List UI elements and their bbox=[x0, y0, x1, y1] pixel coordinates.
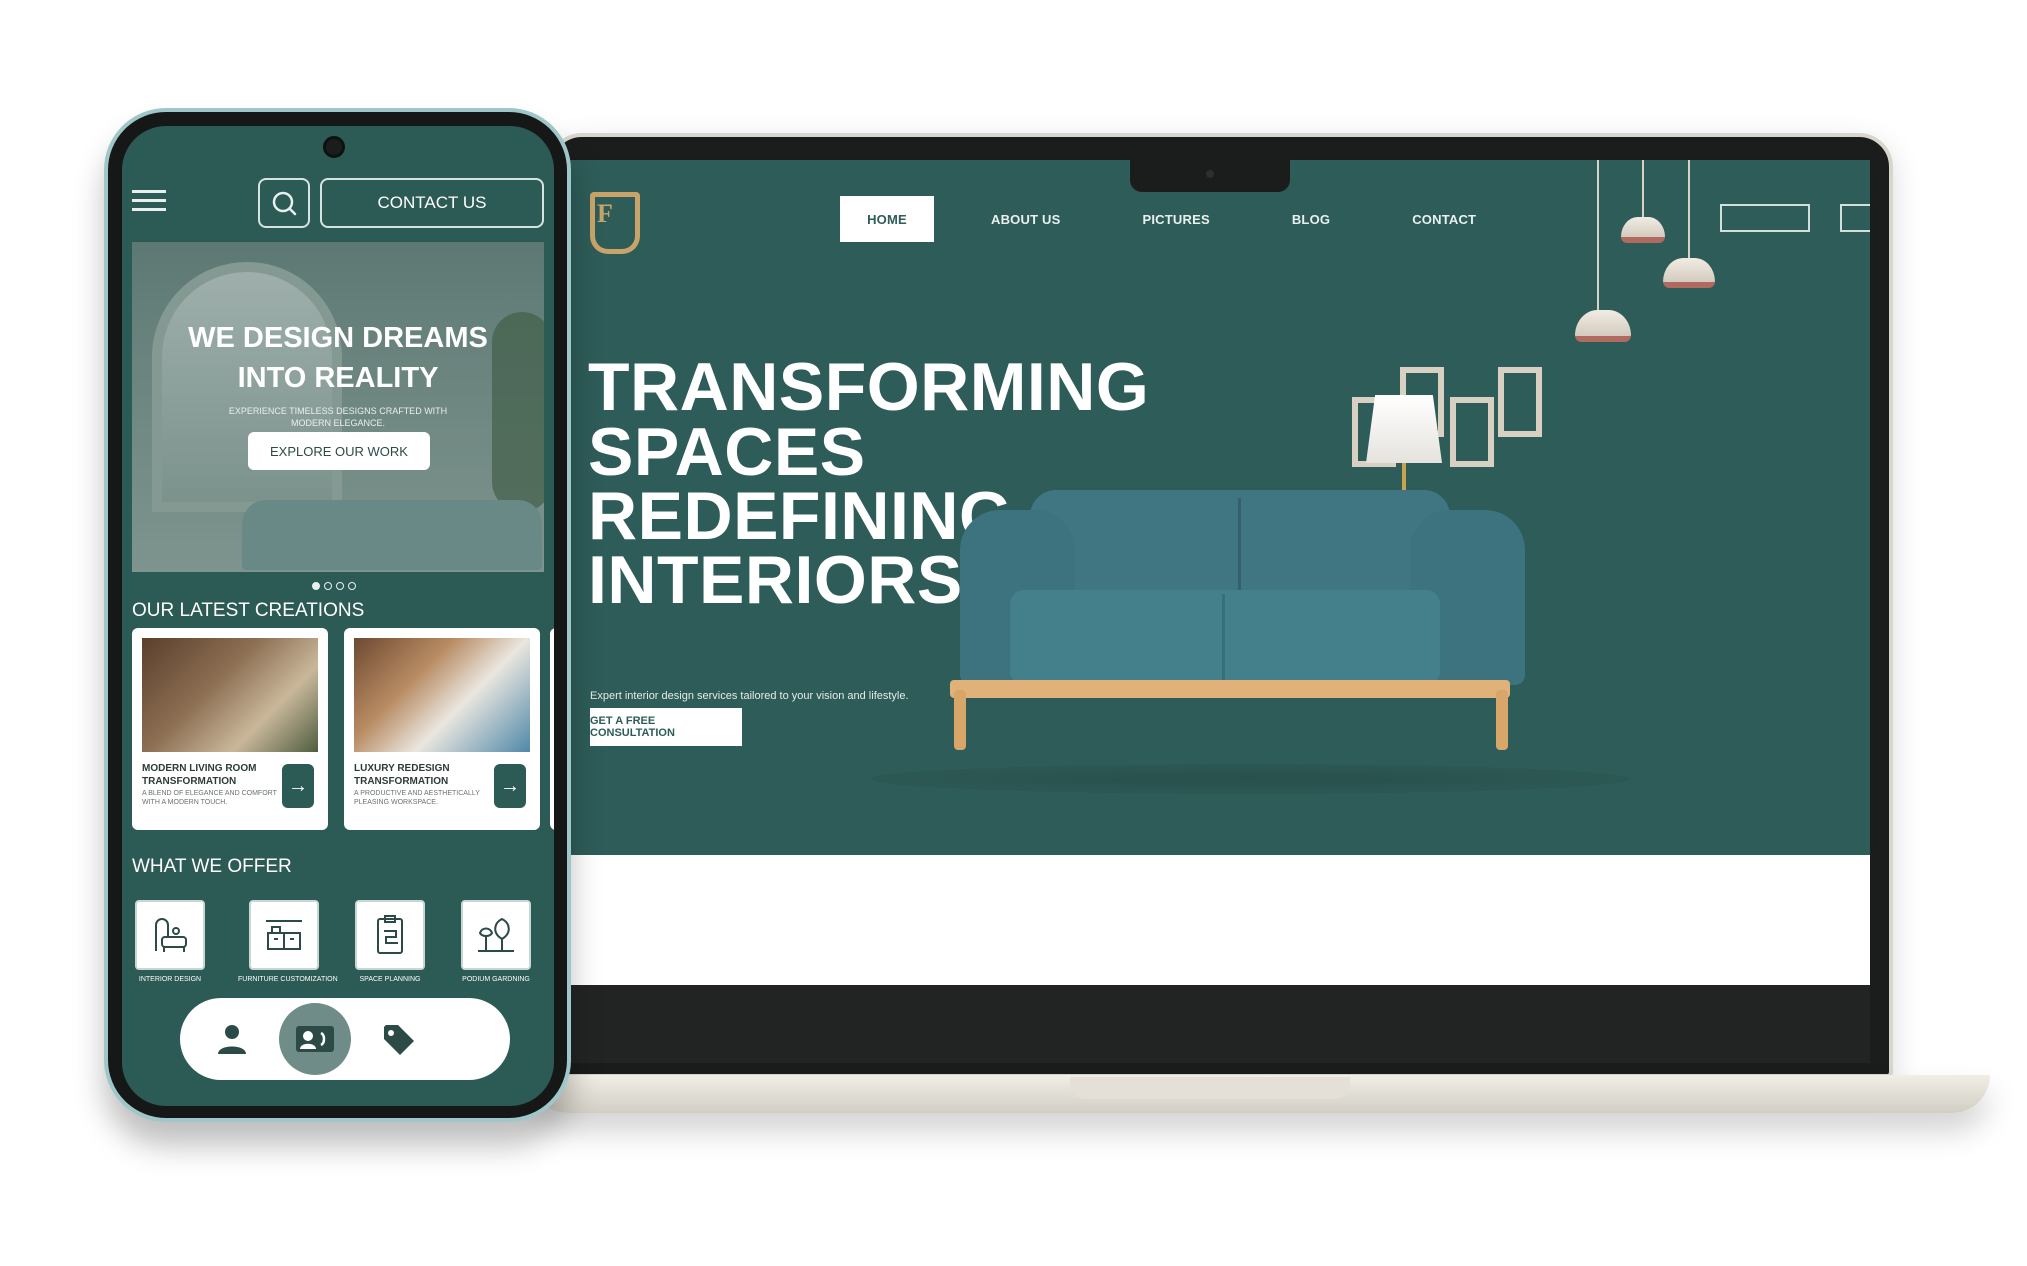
nav-pictures[interactable]: PICTURES bbox=[1118, 196, 1235, 242]
living-room-photo bbox=[142, 638, 318, 752]
service-interior-design[interactable]: INTERIOR DESIGN bbox=[134, 900, 206, 983]
sofa-frame bbox=[950, 680, 1510, 698]
lamp-cord bbox=[1642, 160, 1644, 220]
card-title: MODERN LIVING ROOM TRANSFORMATION bbox=[142, 763, 257, 787]
banner-title-line-2: INTO REALITY bbox=[237, 362, 439, 394]
header-outline-button[interactable] bbox=[1720, 204, 1810, 232]
service-tile[interactable] bbox=[461, 900, 531, 970]
service-furniture-customization[interactable]: FURNITURE CUSTOMIZATION bbox=[238, 900, 338, 983]
redesign-photo bbox=[354, 638, 530, 752]
nav-about-us[interactable]: ABOUT US bbox=[966, 196, 1086, 242]
nav-blog[interactable]: BLOG bbox=[1267, 196, 1355, 242]
carousel-dot[interactable] bbox=[336, 582, 344, 590]
carousel-dot[interactable] bbox=[324, 582, 332, 590]
hero-title-line-3: REDEFINING bbox=[588, 478, 1013, 554]
offer-heading: WHAT WE OFFER bbox=[132, 856, 292, 877]
hero-title-line-2: SPACES bbox=[588, 414, 866, 490]
nav-contact[interactable]: CONTACT bbox=[1387, 196, 1501, 242]
hero-banner: WE DESIGN DREAMS INTO REALITY EXPERIENCE… bbox=[132, 242, 544, 572]
arrow-right-icon: → bbox=[288, 774, 308, 797]
card-open-button[interactable]: → bbox=[282, 764, 314, 808]
logo-text: F bbox=[597, 199, 613, 228]
header-outline-button-2[interactable] bbox=[1840, 204, 1870, 232]
camera-notch bbox=[1130, 160, 1290, 192]
banner-subtitle: EXPERIENCE TIMELESS DESIGNS CRAFTED WITH… bbox=[228, 406, 448, 428]
sofa-leg bbox=[954, 690, 966, 750]
creations-heading: OUR LATEST CREATIONS bbox=[132, 600, 365, 621]
creation-card[interactable]: MODERN LIVING ROOM TRANSFORMATION A BLEN… bbox=[132, 628, 328, 830]
interior-design-icon bbox=[155, 918, 187, 952]
explore-our-work-button[interactable]: EXPLORE OUR WORK bbox=[248, 432, 430, 470]
service-tile[interactable] bbox=[135, 900, 205, 970]
garden-icon bbox=[478, 917, 514, 952]
space-planning-icon bbox=[377, 915, 403, 954]
contact-us-button[interactable]: CONTACT US bbox=[320, 178, 544, 228]
wall-frame bbox=[1498, 367, 1542, 437]
tag-icon bbox=[384, 1025, 414, 1055]
creation-card[interactable]: LUXURY REDESIGN TRANSFORMATION A PRODUCT… bbox=[344, 628, 540, 830]
lamp-cord bbox=[1688, 160, 1690, 260]
hero-subtitle: Expert interior design services tailored… bbox=[590, 690, 909, 702]
furniture-icon bbox=[266, 920, 302, 950]
service-label: INTERIOR DESIGN bbox=[138, 976, 202, 983]
service-label: SPACE PLANNING bbox=[359, 976, 421, 983]
pendant-lamp-icon bbox=[1663, 258, 1715, 288]
card-description: A PRODUCTIVE AND AESTHETICALLY PLEASING … bbox=[354, 790, 480, 806]
pendant-lamp-icon bbox=[1621, 217, 1665, 243]
card-description: A BLEND OF ELEGANCE AND COMFORT WITH A M… bbox=[142, 790, 277, 806]
front-camera-icon bbox=[323, 136, 345, 158]
main-nav: HOME ABOUT US PICTURES BLOG CONTACT bbox=[840, 196, 1533, 242]
hero-title-line-4: INTERIORS bbox=[588, 542, 963, 618]
contact-card-icon bbox=[296, 1026, 334, 1052]
service-tile[interactable] bbox=[249, 900, 319, 970]
sofa-shadow bbox=[870, 764, 1630, 794]
nav-profile[interactable] bbox=[202, 1009, 262, 1069]
sofa-seam bbox=[1222, 594, 1225, 682]
sofa-seat bbox=[1010, 590, 1440, 685]
laptop-trackpad-notch bbox=[1070, 1077, 1350, 1099]
service-tile[interactable] bbox=[355, 900, 425, 970]
floor bbox=[570, 855, 1870, 985]
laptop-bezel bbox=[570, 985, 1870, 1063]
mobile-site: CONTACT US WE DESIGN DREAMS INTO REALITY… bbox=[122, 126, 554, 1106]
service-label: FURNITURE CUSTOMIZATION bbox=[238, 976, 338, 983]
desktop-site: F HOME ABOUT US PICTURES BLOG CONTACT TR… bbox=[570, 160, 1870, 985]
sofa-leg bbox=[1496, 690, 1508, 750]
hero-title-line-1: TRANSFORMING bbox=[588, 349, 1150, 425]
floor-lamp-icon bbox=[1366, 395, 1442, 463]
service-label: PODIUM GARDNING bbox=[462, 976, 530, 983]
next-card-peek[interactable] bbox=[550, 628, 554, 830]
card-title: LUXURY REDESIGN TRANSFORMATION bbox=[354, 763, 450, 787]
carousel-dot[interactable] bbox=[312, 582, 320, 590]
bottom-nav bbox=[180, 998, 510, 1080]
service-space-planning[interactable]: SPACE PLANNING bbox=[354, 900, 426, 983]
person-icon bbox=[218, 1025, 246, 1054]
service-podium-gardening[interactable]: PODIUM GARDNING bbox=[460, 900, 532, 983]
wall-frame bbox=[1450, 397, 1494, 467]
free-consultation-button[interactable]: GET A FREE CONSULTATION bbox=[590, 708, 742, 746]
site-logo[interactable]: F bbox=[590, 192, 640, 254]
lamp-cord bbox=[1597, 160, 1599, 310]
arrow-right-icon: → bbox=[500, 774, 520, 797]
nav-contacts[interactable] bbox=[279, 1003, 351, 1075]
nav-offers[interactable] bbox=[368, 1009, 428, 1069]
search-icon bbox=[272, 191, 297, 216]
carousel-dot[interactable] bbox=[348, 582, 356, 590]
card-open-button[interactable]: → bbox=[494, 764, 526, 808]
nav-home[interactable]: HOME bbox=[840, 196, 934, 242]
pendant-lamp-icon bbox=[1575, 310, 1631, 342]
banner-title-line-1: WE DESIGN DREAMS bbox=[188, 322, 488, 354]
carousel-dots bbox=[312, 582, 356, 590]
camera-icon bbox=[1206, 170, 1214, 178]
search-button[interactable] bbox=[258, 178, 310, 228]
hamburger-menu-icon[interactable] bbox=[132, 190, 166, 212]
